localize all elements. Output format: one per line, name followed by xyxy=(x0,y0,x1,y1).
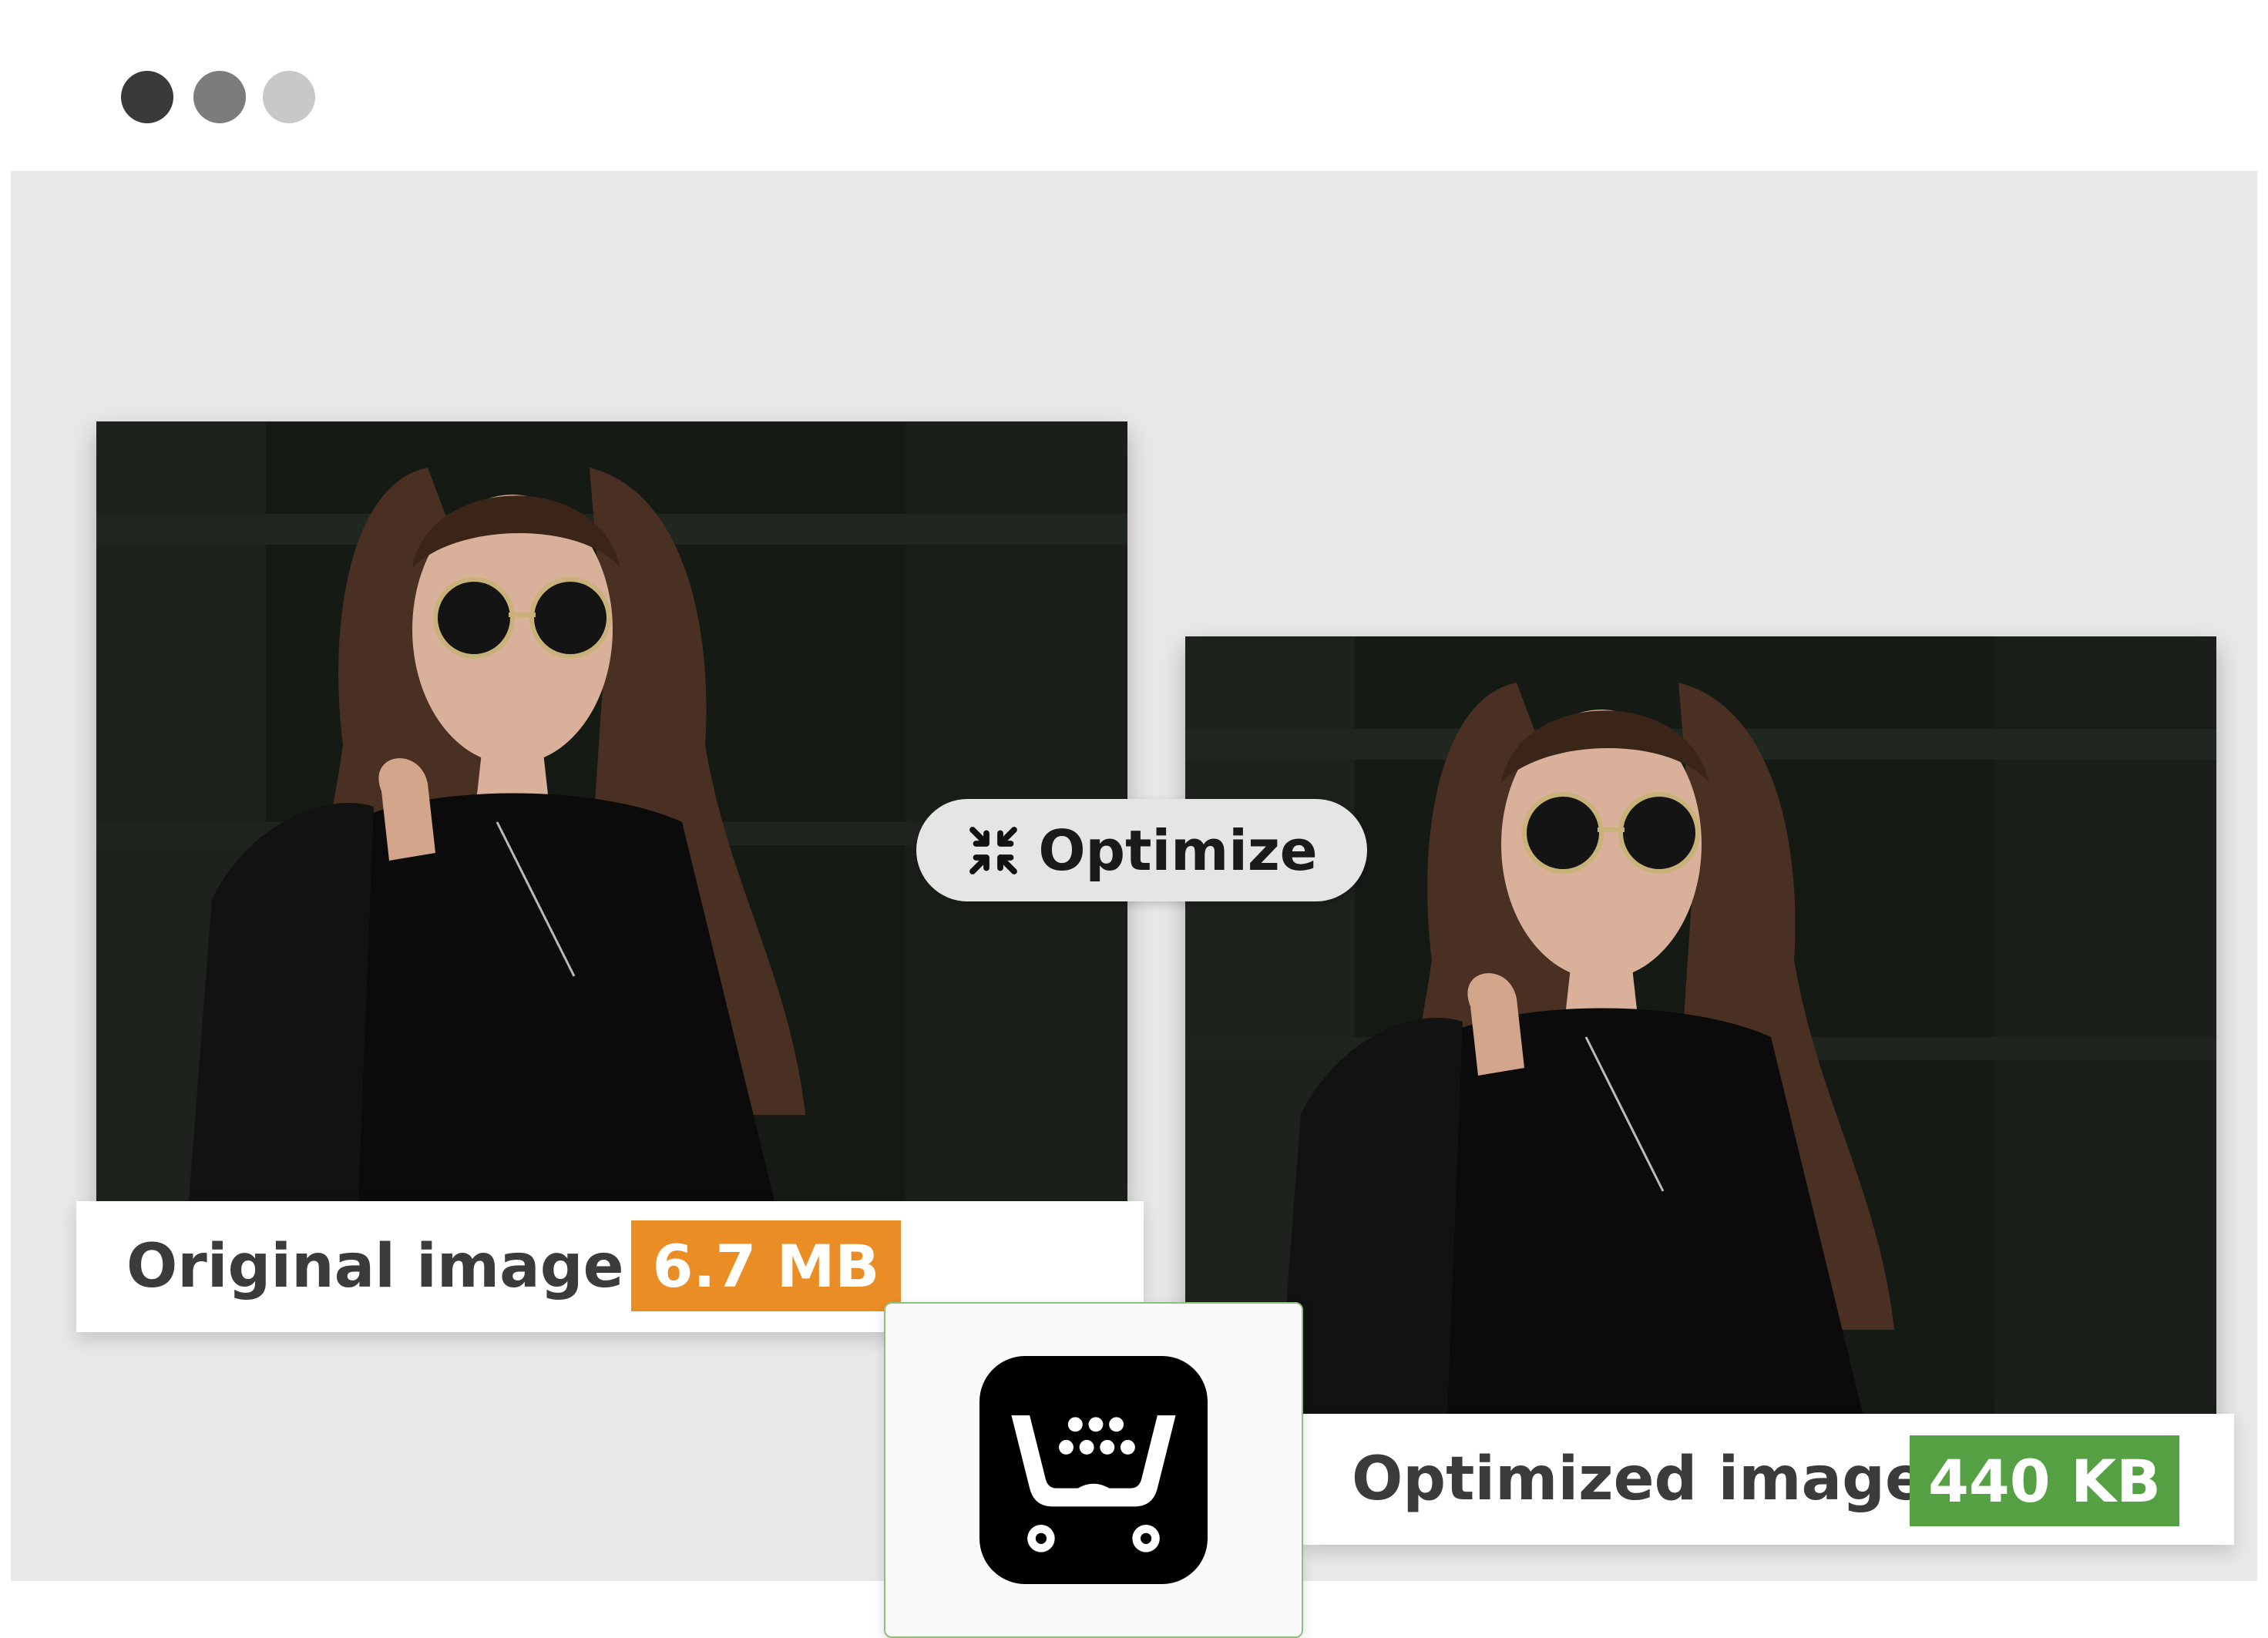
window-dot-light[interactable] xyxy=(263,71,315,123)
shopping-cart-logo-icon xyxy=(979,1356,1208,1584)
optimized-label: Optimized image xyxy=(1352,1445,1926,1514)
original-size-badge: 6.7 MB xyxy=(631,1220,901,1311)
optimize-button[interactable]: Optimize xyxy=(916,799,1367,901)
compress-arrows-icon xyxy=(969,826,1018,874)
optimized-caption: Optimized image 440 KB xyxy=(1302,1414,2234,1545)
preview-stage: Original image 6.7 MB Optimize Optimized… xyxy=(11,171,2257,1638)
optimized-size-badge: 440 KB xyxy=(1910,1435,2179,1526)
window-dot-dark[interactable] xyxy=(121,71,173,123)
original-label: Original image xyxy=(126,1232,624,1301)
logo-card xyxy=(884,1302,1303,1638)
optimize-label: Optimize xyxy=(1038,817,1318,883)
window-dot-medium[interactable] xyxy=(193,71,246,123)
optimized-photo xyxy=(1185,636,2216,1416)
